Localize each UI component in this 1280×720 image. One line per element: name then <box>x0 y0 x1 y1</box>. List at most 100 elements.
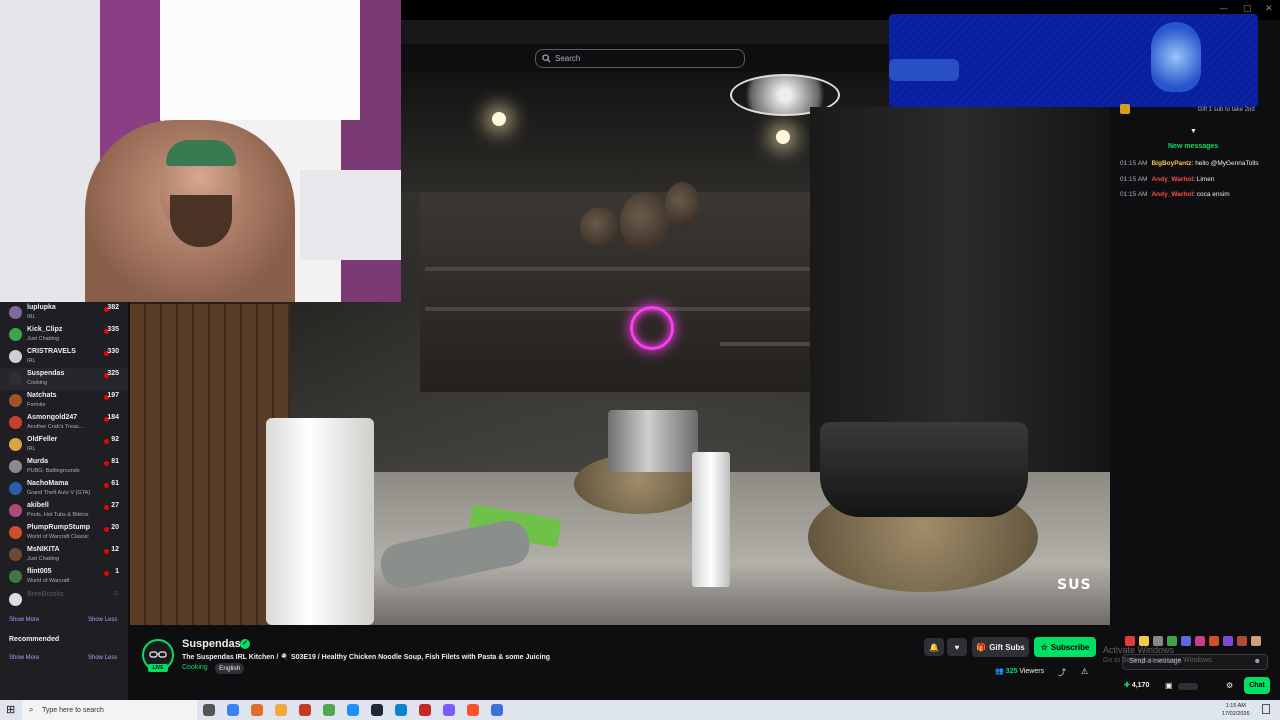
arrow-down-icon[interactable]: ▼ <box>1190 128 1197 135</box>
dutch-oven <box>820 422 1028 517</box>
taskbar-search[interactable]: ⌕ Type here to search <box>22 700 197 720</box>
chat-message: 01:15 AM Andy_Warhol: Limen <box>1120 176 1214 183</box>
channel-name: NachoMama <box>27 480 69 487</box>
search-box[interactable] <box>535 49 745 68</box>
app-icon[interactable] <box>491 704 503 716</box>
sidebar-channel[interactable]: akibell Pools, Hot Tubs & Bikinis 27 <box>0 500 128 522</box>
chat-send-button[interactable]: Chat <box>1244 677 1270 694</box>
sidebar-channel[interactable]: flint005 World of Warcraft 1 <box>0 566 128 588</box>
gift-subs-label: Gift Subs <box>989 642 1025 652</box>
settings-gear-icon[interactable]: ⚙ <box>1226 681 1233 690</box>
channel-name: MsNIKITA <box>27 546 60 553</box>
message-username[interactable]: Andy_Warhol <box>1151 191 1193 198</box>
chrome-icon[interactable] <box>227 704 239 716</box>
channel-name: Natchats <box>27 392 57 399</box>
follow-button[interactable]: ♥ <box>947 638 967 656</box>
sidebar-channel[interactable]: CRISTRAVELS IRL 330 <box>0 346 128 368</box>
activate-windows-subtext: Go to Settings to activate Windows. <box>1103 657 1214 664</box>
viewers-icon: 👥 <box>995 668 1004 675</box>
message-username[interactable]: Andy_Warhol <box>1151 176 1193 183</box>
channel-category: Just Chatting <box>27 336 60 342</box>
avatar <box>9 394 22 407</box>
message-username[interactable]: BigBoyPantz <box>1151 160 1191 167</box>
bits-icon[interactable]: ▣ <box>1165 681 1173 690</box>
sidebar-channel-offline[interactable]: BreeBrooks ᶻᶻ <box>0 589 128 611</box>
app-root: — ▢ ✕ ⋮ SUS <box>0 0 1280 720</box>
leaderboard-text: Gift 1 sub to take 2nd <box>1197 106 1255 113</box>
emote-icon[interactable] <box>1223 636 1233 646</box>
sidebar-channel[interactable]: Murda PUBG: Battlegrounds 81 <box>0 456 128 478</box>
channel-category: Just Chatting <box>27 556 60 562</box>
minimize-icon[interactable]: — <box>1219 4 1228 14</box>
channel-name: CRISTRAVELS <box>27 348 76 355</box>
show-less-recommended-link[interactable]: Show Less <box>88 655 117 661</box>
close-icon[interactable]: ✕ <box>1265 4 1273 14</box>
windows-start-icon[interactable]: ⊞ <box>6 703 15 716</box>
language-tag[interactable]: English <box>215 663 245 674</box>
avatar <box>9 593 22 606</box>
live-dot-icon <box>104 483 109 488</box>
stream-title: The Suspendas IRL Kitchen / 🍳 S03E19 / H… <box>182 654 551 661</box>
app-icon[interactable] <box>323 704 335 716</box>
sidebar-channel[interactable]: OldFeller IRL 92 <box>0 434 128 456</box>
gift-subs-button[interactable]: 🎁 Gift Subs <box>972 637 1029 657</box>
edge-icon[interactable] <box>395 704 407 716</box>
sidebar-channel[interactable]: PlumpRumpStump World of Warcraft Classic 2… <box>0 522 128 544</box>
channel-name-heading[interactable]: Suspendas <box>182 638 241 650</box>
firefox-icon[interactable] <box>251 704 263 716</box>
report-icon[interactable]: ⚠ <box>1081 667 1088 676</box>
sidebar-channel[interactable]: luplupka IRL 382 <box>0 302 128 324</box>
shelf <box>720 342 820 346</box>
channel-category: Another Crab's Treas... <box>27 424 84 430</box>
app-icon[interactable] <box>443 704 455 716</box>
steam-icon[interactable] <box>371 704 383 716</box>
sidebar-channel[interactable]: Natchats Fortnite 197 <box>0 390 128 412</box>
saucepan <box>608 410 698 472</box>
bell-icon: 🔔 <box>929 642 939 652</box>
maximize-icon[interactable]: ▢ <box>1243 4 1252 14</box>
viewer-count-label: Viewers <box>1019 668 1045 675</box>
search-input[interactable] <box>555 54 735 63</box>
show-more-recommended-link[interactable]: Show More <box>9 655 39 661</box>
share-icon[interactable]: ⤴ <box>1058 667 1066 678</box>
subscribe-label: Subscribe <box>1050 642 1090 652</box>
ceiling-light <box>776 130 790 144</box>
sidebar-channel[interactable]: NachoMama Grand Theft Auto V (GTA) 61 <box>0 478 128 500</box>
channel-points[interactable]: ✚ 4,170 <box>1124 681 1149 689</box>
streamer-cap <box>166 140 236 166</box>
emote-icon[interactable] <box>1251 636 1261 646</box>
show-more-link[interactable]: Show More <box>9 617 39 623</box>
hanging-pan <box>580 207 620 247</box>
folder-icon[interactable] <box>275 704 287 716</box>
avatar <box>9 306 22 319</box>
message-text: Limen <box>1196 175 1215 183</box>
emote-icon[interactable] <box>1181 636 1191 646</box>
sidebar-channel[interactable]: Kick_Clipz Just Chatting 335 <box>0 324 128 346</box>
sidebar-channel[interactable]: Suspendas Cooking 325 <box>0 368 128 390</box>
channel-name: Murda <box>27 458 48 465</box>
notification-center-icon[interactable] <box>1262 704 1270 714</box>
show-less-link[interactable]: Show Less <box>88 617 117 623</box>
emote-icon[interactable] <box>1195 636 1205 646</box>
app-icon[interactable] <box>299 704 311 716</box>
app-icon[interactable] <box>347 704 359 716</box>
subscribe-button[interactable]: ☆ Subscribe <box>1034 637 1096 657</box>
channel-watermark: SUS <box>1057 577 1092 593</box>
emote-icon[interactable] <box>1237 636 1247 646</box>
channel-name: Asmongold247 <box>27 414 78 421</box>
sidebar-channel[interactable]: Asmongold247 Another Crab's Treas... 184 <box>0 412 128 434</box>
system-clock[interactable]: 1:15 AM 17/02/2026 <box>1222 702 1250 718</box>
app-icon[interactable] <box>419 704 431 716</box>
category-link[interactable]: Cooking <box>182 664 208 671</box>
brave-icon[interactable] <box>467 704 479 716</box>
live-dot-icon <box>104 527 109 532</box>
ceiling-light <box>492 112 506 126</box>
emote-icon[interactable] <box>1209 636 1219 646</box>
message-time: 01:15 AM <box>1120 191 1148 198</box>
sidebar-channel[interactable]: MsNIKITA Just Chatting 12 <box>0 544 128 566</box>
notification-bell-button[interactable]: 🔔 <box>924 638 944 656</box>
emote-picker-icon[interactable]: ☻ <box>1254 658 1261 665</box>
task-view-icon[interactable] <box>203 704 215 716</box>
viewer-count: 61 <box>111 480 119 487</box>
channel-category: World of Warcraft Classic <box>27 534 89 540</box>
